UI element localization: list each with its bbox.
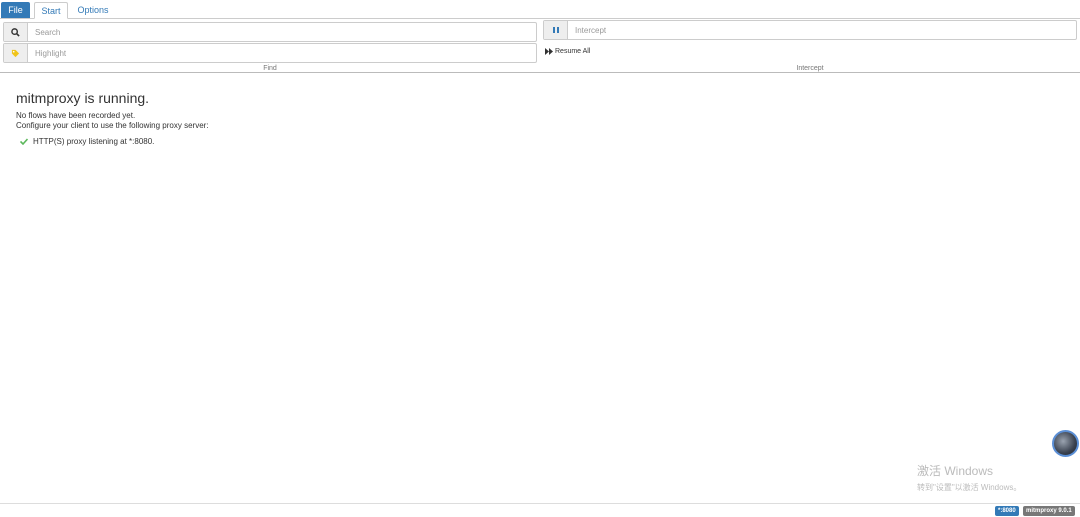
tab-start[interactable]: Start: [34, 2, 68, 19]
tag-icon: [4, 44, 28, 62]
avatar[interactable]: [1052, 430, 1079, 457]
toolbar-divider: [0, 72, 1080, 73]
intercept-group: Intercept: [540, 19, 1080, 73]
search-icon: [4, 23, 28, 41]
resume-all-label: Resume All: [555, 48, 591, 55]
highlight-box: [3, 43, 537, 63]
configure-text: Configure your client to use the followi…: [16, 121, 209, 130]
watermark-title: 激活 Windows: [917, 464, 994, 478]
check-icon: [20, 138, 28, 145]
intercept-caption: Intercept: [796, 65, 824, 72]
main-content: mitmproxy is running. No flows have been…: [16, 90, 209, 146]
highlight-input[interactable]: [28, 44, 536, 62]
status-footer: *:8080 mitmproxy 9.0.1: [0, 503, 1080, 517]
proxy-listen-text: HTTP(S) proxy listening at *:8080.: [33, 137, 155, 146]
page-title: mitmproxy is running.: [16, 90, 150, 106]
watermark-subtitle: 转到"设置"以激活 Windows。: [917, 483, 1022, 492]
menu-bar: File Start Options: [0, 0, 1080, 19]
no-flows-text: No flows have been recorded yet.: [16, 111, 136, 120]
proxy-listen-item: HTTP(S) proxy listening at *:8080.: [20, 137, 209, 146]
search-box: [3, 22, 537, 42]
resume-all-button[interactable]: Resume All: [545, 48, 590, 55]
tab-file[interactable]: File: [1, 2, 30, 18]
forward-icon: [545, 48, 553, 55]
port-badge: *:8080: [995, 506, 1019, 516]
intercept-box: [543, 20, 1077, 40]
find-group: Find: [0, 19, 540, 73]
find-caption: Find: [263, 65, 277, 72]
version-badge: mitmproxy 9.0.1: [1023, 506, 1075, 516]
pause-icon[interactable]: [544, 21, 568, 39]
windows-activation-watermark: 激活 Windows 转到"设置"以激活 Windows。: [917, 462, 1021, 493]
tab-options[interactable]: Options: [73, 2, 113, 19]
search-input[interactable]: [28, 23, 536, 41]
intercept-input[interactable]: [568, 21, 1076, 39]
